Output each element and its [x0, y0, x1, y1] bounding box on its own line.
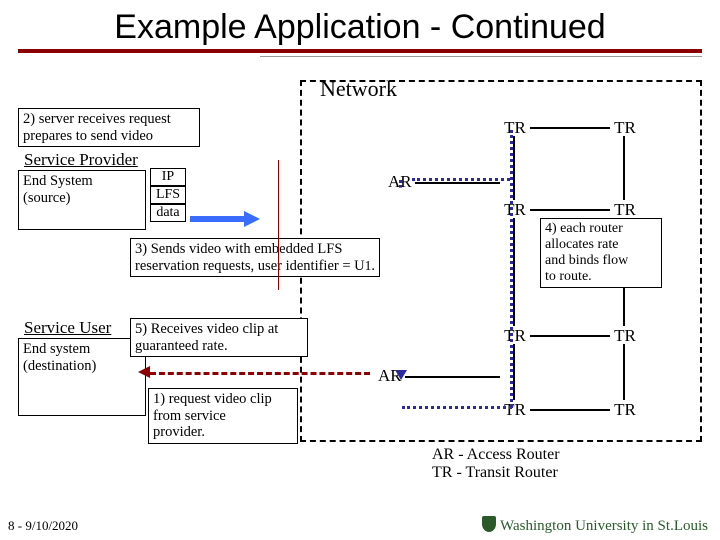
- route-arrowhead-icon: [395, 370, 407, 380]
- grid-line: [623, 136, 625, 200]
- tr-r1c2: TR: [610, 118, 640, 138]
- step5-box: 5) Receives video clip at guaranteed rat…: [130, 318, 308, 357]
- service-user-label: Service User: [24, 318, 111, 338]
- title-rule: [18, 49, 702, 53]
- step3-box: 3) Sends video with embedded LFS reserva…: [130, 238, 380, 277]
- grid-line: [513, 218, 515, 326]
- tr-r1c1: TR: [500, 118, 530, 138]
- stack-lfs: LFS: [150, 186, 186, 204]
- tr-r4c1: TR: [500, 400, 530, 420]
- tr-r3c2: TR: [610, 326, 640, 346]
- slide-title: Example Application - Continued: [0, 0, 720, 49]
- grid-line: [623, 344, 625, 400]
- dest-end-system-box: End system (destination): [18, 338, 146, 416]
- tr-r2c2: TR: [610, 200, 640, 220]
- diagram-stage: Network 2) server receives request prepa…: [0, 70, 720, 490]
- tr-r4c2: TR: [610, 400, 640, 420]
- grid-line: [530, 335, 610, 337]
- route-path: [402, 406, 512, 409]
- service-provider-label: Service Provider: [24, 150, 138, 170]
- route-path: [412, 178, 510, 181]
- grid-line: [513, 136, 515, 200]
- grid-line: [405, 376, 500, 378]
- tr-r3c1: TR: [500, 326, 530, 346]
- step3-subscript: 1: [365, 258, 372, 273]
- protocol-stack: IP LFS data: [150, 168, 186, 222]
- route-path: [510, 130, 513, 408]
- grid-line: [513, 344, 515, 400]
- send-arrow-icon: [190, 212, 260, 226]
- shield-icon: [482, 516, 496, 532]
- request-arrow-icon: [150, 372, 370, 375]
- grid-line: [530, 409, 610, 411]
- step4-box: 4) each router allocates rate and binds …: [540, 218, 662, 288]
- wustl-text: Washington University in St.Louis: [500, 518, 708, 534]
- grid-line: [415, 182, 500, 184]
- slide-footer: 8 - 9/10/2020: [8, 518, 78, 534]
- grid-line: [530, 209, 610, 211]
- request-arrow-head-icon: [138, 366, 150, 378]
- source-end-system-box: End System (source): [18, 170, 146, 230]
- grid-line: [530, 127, 610, 129]
- legend: AR - Access Router TR - Transit Router: [432, 446, 560, 482]
- step3-text: 3) Sends video with embedded LFS reserva…: [135, 241, 365, 274]
- title-subrule: [260, 56, 702, 57]
- stack-data: data: [150, 204, 186, 222]
- route-path: [399, 180, 402, 188]
- step1-box: 1) request video clip from service provi…: [148, 388, 298, 444]
- red-guide-line: [278, 160, 279, 290]
- step2-box: 2) server receives request prepares to s…: [18, 108, 200, 147]
- network-label: Network: [320, 76, 397, 102]
- wustl-logo: Washington University in St.Louis: [482, 516, 708, 535]
- stack-ip: IP: [150, 168, 186, 186]
- tr-r2c1: TR: [500, 200, 530, 220]
